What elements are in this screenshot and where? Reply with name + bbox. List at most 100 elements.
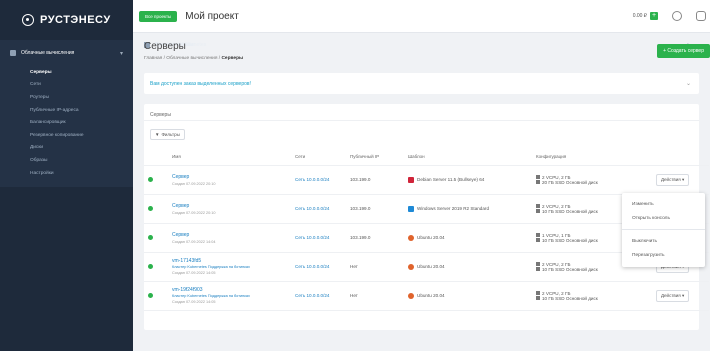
breadcrumb-path[interactable]: Главная / Облачные вычисления / — [144, 56, 221, 61]
sidebar-item-public-ips[interactable]: Публичные IP-адреса — [0, 104, 133, 117]
server-network[interactable]: Сеть 10.0.0.0/24 — [295, 165, 350, 195]
col-networks: Сети — [295, 149, 350, 166]
balance-value: 0.00 ₽ — [632, 13, 647, 19]
theme-toggle-icon[interactable] — [672, 11, 682, 21]
sidebar-item-disks[interactable]: Диски — [0, 142, 133, 155]
sidebar-item-backup[interactable]: Резервное копирование — [0, 129, 133, 142]
filter-button[interactable]: ▼ Фильтры — [150, 129, 185, 140]
server-ip: Нет — [350, 281, 408, 311]
server-network[interactable]: Сеть 10.0.0.0/24 — [295, 223, 350, 253]
windows-icon — [408, 205, 414, 212]
debian-icon — [408, 176, 414, 183]
server-ip: Нет — [350, 252, 408, 282]
status-dot — [148, 292, 153, 298]
server-name[interactable]: Сервер — [172, 203, 295, 209]
notice-text: Вам доступен заказ выделенных серверов! — [150, 80, 251, 87]
chevron-down-icon: ▾ — [119, 50, 123, 57]
main-content: Серверы Главная / Облачные вычисления / … — [133, 33, 710, 351]
sidebar-group-head[interactable]: Облачные вычисления ▾ — [0, 40, 133, 66]
sidebar-group-cloud: Облачные вычисления ▾ Серверы Сети Роуте… — [0, 40, 133, 188]
server-disk: 10 ГБ SSD Основной диск — [542, 295, 598, 301]
sidebar-group-label: Облачные вычисления — [21, 50, 75, 56]
table-header: Имя Сети Публичный IP Шаблон Конфигураци… — [144, 149, 709, 166]
logo[interactable]: РУСТЭНЕСУ — [0, 0, 133, 40]
project-title: Мой проект — [185, 10, 239, 22]
server-created: Создан 07.09.2022 20:10 — [172, 210, 216, 215]
balance: 0.00 ₽ + — [633, 12, 658, 20]
sidebar-item-networks[interactable]: Сети — [0, 79, 133, 92]
breadcrumb: Главная / Облачные вычисления / Серверы — [144, 56, 699, 61]
server-disk: 10 ГБ SSD Основной диск — [542, 237, 598, 243]
servers-card: Серверы ▼ Фильтры Имя Сети Публичный IP … — [144, 104, 709, 330]
server-name[interactable]: Сервер — [172, 232, 295, 238]
chevron-down-icon: ⌄ — [685, 81, 691, 87]
server-disk: 20 ГБ SSD Основной диск — [542, 179, 598, 185]
table-row[interactable]: vm-19f24f903 Кластер Kubernetes Поддержк… — [144, 281, 709, 311]
sidebar-item-balancer[interactable]: Балансировщик — [0, 116, 133, 129]
col-public-ip: Публичный IP — [350, 149, 408, 166]
projects-button[interactable]: Все проекты — [139, 10, 178, 22]
sidebar-item-routers[interactable]: Роутеры — [0, 91, 133, 104]
status-dot — [148, 263, 153, 269]
server-name[interactable]: vm-19f24f903 — [172, 287, 295, 293]
server-created: Создан 07.09.2022 14:05 — [172, 271, 216, 275]
server-name[interactable]: vm-17143fd5 — [172, 258, 295, 264]
table-row[interactable]: Сервер Создан 07.09.2022 20:10 Сеть 10.0… — [144, 165, 709, 195]
dedicated-notice[interactable]: Вам доступен заказ выделенных серверов! … — [144, 73, 699, 94]
menu-item-open-console[interactable]: Открыть консоль — [622, 211, 705, 225]
server-network[interactable]: Сеть 10.0.0.0/24 — [295, 194, 350, 224]
sidebar: РУСТЭНЕСУ Облачные вычисления ▾ Серверы … — [0, 0, 689, 351]
status-dot — [148, 176, 153, 182]
cpu-icon — [536, 291, 540, 295]
menu-item-shutdown[interactable]: Выключить — [622, 234, 705, 248]
server-os: Ubuntu 20.04 — [417, 235, 445, 240]
disk-icon — [536, 267, 540, 271]
server-network[interactable]: Сеть 10.0.0.0/24 — [295, 281, 350, 311]
server-disk: 10 ГБ SSD Основной диск — [542, 266, 598, 272]
add-funds-button[interactable]: + — [650, 12, 658, 20]
cpu-icon — [536, 175, 540, 179]
status-dot — [148, 205, 153, 211]
col-template: Шаблон — [408, 149, 536, 166]
disk-icon — [536, 180, 540, 184]
server-network[interactable]: Сеть 10.0.0.0/24 — [295, 252, 350, 282]
server-name[interactable]: Сервер — [172, 174, 295, 180]
sidebar-item-images[interactable]: Образы — [0, 154, 133, 167]
server-created: Создан 07.09.2022 14:05 — [172, 300, 216, 304]
server-os: Ubuntu 20.04 — [417, 293, 445, 298]
server-os: Debian Server 11.5 (Bullseye) 64 — [417, 177, 485, 182]
filter-icon: ▼ — [155, 132, 160, 137]
status-dot — [148, 234, 153, 240]
menu-item-edit[interactable]: Изменить — [622, 197, 705, 211]
topbar: Все проекты Мой проект 0.00 ₽ + — [133, 0, 710, 33]
cluster-link[interactable]: Кластер Kubernetes Поддержка на ботинках — [172, 294, 295, 298]
disk-icon — [536, 238, 540, 242]
server-os: Ubuntu 20.04 — [417, 264, 445, 269]
cloud-icon — [10, 50, 16, 56]
logo-text: РУСТЭНЕСУ — [40, 14, 111, 26]
user-icon[interactable] — [696, 11, 706, 21]
cpu-icon — [536, 262, 540, 266]
filter-label: Фильтры — [161, 132, 180, 137]
ubuntu-icon — [408, 234, 414, 241]
server-ip: 103.199.0 — [350, 223, 408, 253]
server-ip: 103.199.0 — [350, 194, 408, 224]
create-server-button[interactable]: + Создать сервер — [657, 44, 710, 58]
col-name: Имя — [172, 149, 295, 166]
actions-button[interactable]: Действия ▾ — [656, 289, 690, 302]
actions-button[interactable]: Действия ▾ — [656, 173, 690, 186]
logo-icon — [22, 14, 34, 26]
cpu-icon — [536, 204, 540, 208]
sidebar-item-settings-sub[interactable]: Настройки — [0, 167, 133, 180]
ubuntu-icon — [408, 263, 414, 270]
ubuntu-icon — [408, 292, 414, 299]
divider — [622, 229, 705, 230]
cluster-link[interactable]: Кластер Kubernetes Поддержка на ботинках — [172, 265, 295, 269]
menu-item-reboot[interactable]: Перезагрузить — [622, 248, 705, 262]
app-window: РУСТЭНЕСУ Облачные вычисления ▾ Серверы … — [0, 0, 710, 351]
breadcrumb-current: Серверы — [221, 56, 244, 61]
actions-dropdown: Изменить Открыть консоль Выключить Перез… — [622, 193, 705, 267]
server-created: Создан 07.09.2022 20:10 — [172, 181, 216, 186]
disk-icon — [536, 296, 540, 300]
sidebar-item-servers[interactable]: Серверы — [0, 66, 133, 79]
